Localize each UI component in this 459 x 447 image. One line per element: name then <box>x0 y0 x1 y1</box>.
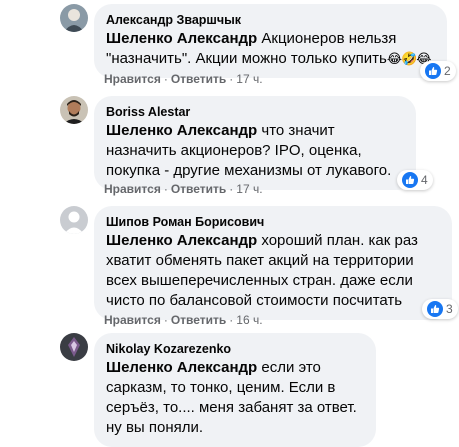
comment-author[interactable]: Boriss Alestar <box>106 104 404 120</box>
comment-text: Шеленко Александр Акционеров нельзя "наз… <box>106 29 435 69</box>
comment-actions: Нравится · Ответить · 16 ч. <box>104 312 263 328</box>
reaction-counter[interactable]: 3 <box>422 299 458 319</box>
mention-link[interactable]: Шеленко Александр <box>106 232 257 249</box>
like-icon <box>427 301 443 317</box>
comment-text: Шеленко Александр что значит назначить а… <box>106 121 404 181</box>
reaction-count: 3 <box>446 302 453 316</box>
comment-text: Шеленко Александр если это сарказм, то т… <box>106 358 364 438</box>
comment-bubble: Nikolay Kozarezenko Шеленко Александр ес… <box>94 333 376 447</box>
comment-bubble: Boriss Alestar Шеленко Александр что зна… <box>94 96 416 190</box>
separator: · <box>163 72 168 86</box>
reply-button[interactable]: Ответить <box>171 313 226 327</box>
reaction-count: 2 <box>444 64 451 78</box>
separator: · <box>229 72 234 86</box>
separator: · <box>163 182 168 196</box>
like-button[interactable]: Нравится <box>104 72 161 86</box>
mention-link[interactable]: Шеленко Александр <box>106 359 257 376</box>
mention-link[interactable]: Шеленко Александр <box>106 30 257 47</box>
reaction-counter[interactable]: 2 <box>420 61 456 81</box>
comment-author[interactable]: Nikolay Kozarezenko <box>106 341 364 357</box>
comment-time[interactable]: 17 ч. <box>236 182 262 196</box>
comment-actions: Нравится · Ответить · 17 ч. <box>104 181 263 197</box>
avatar[interactable] <box>60 333 88 361</box>
comment-time[interactable]: 17 ч. <box>236 72 262 86</box>
avatar-image <box>60 4 88 32</box>
separator: · <box>229 182 234 196</box>
like-icon <box>402 172 418 188</box>
reaction-counter[interactable]: 4 <box>397 170 433 190</box>
reaction-count: 4 <box>421 173 428 187</box>
separator: · <box>163 313 168 327</box>
comment-bubble: Шипов Роман Борисович Шеленко Александр … <box>94 206 452 320</box>
like-icon <box>425 63 441 79</box>
comment-time[interactable]: 16 ч. <box>236 313 262 327</box>
avatar[interactable] <box>60 206 88 234</box>
comment-actions: Нравится · Ответить · 17 ч. <box>104 71 263 87</box>
reply-button[interactable]: Ответить <box>171 182 226 196</box>
comment-bubble: Александр Зваршчык Шеленко Александр Акц… <box>94 4 447 78</box>
avatar-image <box>60 96 88 124</box>
default-avatar-icon <box>60 206 88 234</box>
comment-author[interactable]: Шипов Роман Борисович <box>106 214 440 230</box>
like-button[interactable]: Нравится <box>104 182 161 196</box>
mention-link[interactable]: Шеленко Александр <box>106 122 257 139</box>
comment-text: Шеленко Александр хороший план. как раз … <box>106 231 440 311</box>
reply-button[interactable]: Ответить <box>171 72 226 86</box>
avatar[interactable] <box>60 96 88 124</box>
separator: · <box>229 313 234 327</box>
like-button[interactable]: Нравится <box>104 313 161 327</box>
avatar-image <box>60 333 88 361</box>
comment-author[interactable]: Александр Зваршчык <box>106 12 435 28</box>
avatar[interactable] <box>60 4 88 32</box>
comment-thread: Александр Зваршчык Шеленко Александр Акц… <box>0 0 459 447</box>
